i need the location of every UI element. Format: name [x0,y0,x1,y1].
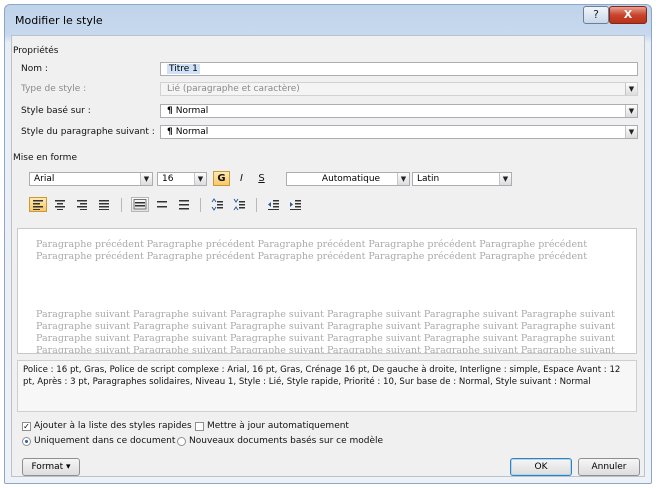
preview-previous-paragraph: Paragraphe précédent Paragraphe précéden… [36,239,588,262]
style-description: Police : 16 pt, Gras, Police de script c… [17,360,637,412]
help-button[interactable]: ? [583,6,609,24]
style-type-value: Lié (paragraphe et caractère) [167,84,300,94]
font-color-dropdown[interactable]: Automatique ▼ [286,172,410,186]
new-documents-label: Nouveaux documents basés sur ce modèle [189,436,384,446]
style-preview: Paragraphe précédent Paragraphe précéden… [17,228,637,354]
auto-update-label: Mettre à jour automatiquement [207,421,349,431]
underline-button[interactable]: S [253,171,270,186]
format-menu-button[interactable]: Format ▾ [22,458,80,476]
line-spacing-onehalf-icon [157,201,167,208]
cancel-button[interactable]: Annuler [578,458,640,476]
space-before-decrease-icon [233,198,245,211]
line-spacing-single-icon [133,199,147,210]
increase-indent-button[interactable] [286,197,304,212]
bold-button[interactable]: G [213,171,230,186]
based-on-label: Style basé sur : [21,106,91,116]
line-spacing-double-icon [179,200,189,210]
chevron-down-icon[interactable]: ▼ [625,126,637,138]
align-center-button[interactable] [51,197,69,212]
auto-update-checkbox[interactable] [195,422,204,431]
paragraph-mark-icon: ¶ [167,106,173,116]
new-documents-radio[interactable] [177,437,186,446]
font-size-value: 16 [162,174,174,184]
align-right-button[interactable] [73,197,91,212]
font-size-dropdown[interactable]: 16 ▼ [157,172,207,186]
align-left-icon [33,200,43,210]
font-color-value: Automatique [321,174,381,184]
font-family-value: Arial [34,174,55,184]
paragraph-mark-icon: ¶ [167,127,173,137]
add-quick-styles-checkbox[interactable]: ✓ [22,422,31,431]
script-dropdown[interactable]: Latin ▼ [412,172,512,186]
chevron-down-icon[interactable]: ▼ [194,173,206,185]
decrease-indent-button[interactable] [264,197,282,212]
line-spacing-single-button[interactable] [131,197,149,212]
chevron-down-icon[interactable]: ▼ [140,173,152,185]
toolbar-separator [256,198,257,212]
toolbar-separator [121,198,122,212]
title-bar: Modifier le style ? X [5,5,651,35]
next-style-value: Normal [175,127,209,137]
next-style-label: Style du paragraphe suivant : [21,127,155,137]
style-type-dropdown: Lié (paragraphe et caractère) ▼ [160,82,638,96]
increase-indent-icon [290,200,301,210]
align-center-icon [55,200,65,210]
justify-icon [99,200,109,210]
dialog-title: Modifier le style [15,14,103,27]
italic-button[interactable]: I [233,171,250,186]
script-value: Latin [417,174,440,184]
only-this-document-radio[interactable] [22,437,31,446]
add-quick-styles-label: Ajouter à la liste des styles rapides [34,421,192,431]
name-label: Nom : [21,64,48,74]
line-spacing-double-button[interactable] [175,197,193,212]
name-input[interactable]: Titre 1 [160,62,638,76]
name-value: Titre 1 [167,64,200,74]
next-style-dropdown[interactable]: ¶ Normal ▼ [160,125,638,139]
align-right-icon [77,200,87,210]
justify-button[interactable] [95,197,113,212]
chevron-down-icon[interactable]: ▼ [397,173,409,185]
font-family-dropdown[interactable]: Arial ▼ [29,172,153,186]
chevron-down-icon[interactable]: ▼ [625,105,637,117]
line-spacing-onehalf-button[interactable] [153,197,171,212]
chevron-down-icon: ▼ [625,83,637,95]
align-left-button[interactable] [29,197,47,212]
properties-section-title: Propriétés [13,46,59,56]
style-type-label: Type de style : [21,84,87,94]
space-before-increase-icon [211,198,223,211]
formatting-section-title: Mise en forme [13,153,77,163]
close-button[interactable]: X [609,6,647,24]
toolbar-separator [200,198,201,212]
decrease-indent-icon [268,200,279,210]
space-before-increase-button[interactable] [208,197,226,212]
based-on-value: Normal [175,106,209,116]
space-before-decrease-button[interactable] [230,197,248,212]
based-on-dropdown[interactable]: ¶ Normal ▼ [160,104,638,118]
ok-button[interactable]: OK [510,458,572,476]
chevron-down-icon[interactable]: ▼ [499,173,511,185]
preview-next-paragraph: Paragraphe suivant Paragraphe suivant Pa… [36,309,615,354]
only-this-document-label: Uniquement dans ce document [34,436,176,446]
